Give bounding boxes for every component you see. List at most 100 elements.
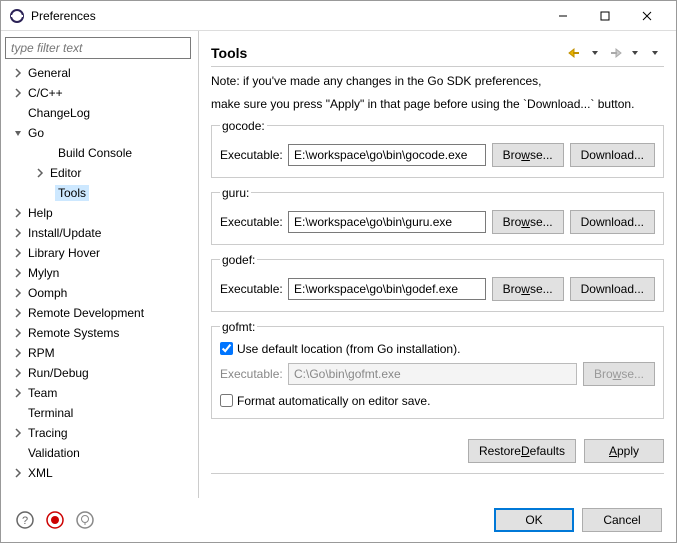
tree-label: Install/Update [25,225,104,241]
window-title: Preferences [31,9,542,23]
tree-item-team[interactable]: Team [5,383,194,403]
chevron-right-icon[interactable] [11,266,25,280]
tree-item-xml[interactable]: XML [5,463,194,483]
tree-label: Mylyn [25,265,62,281]
dialog-footer: ? OK Cancel [1,498,676,542]
chevron-right-icon[interactable] [11,226,25,240]
tree-label: ChangeLog [25,105,93,121]
gocode-browse-button[interactable]: Browse... [492,143,564,167]
godef-path-input[interactable] [288,278,486,300]
help-icon[interactable]: ? [15,510,35,530]
godef-download-button[interactable]: Download... [570,277,655,301]
tree-item-library-hover[interactable]: Library Hover [5,243,194,263]
tree-label: XML [25,465,56,481]
chevron-right-icon[interactable] [11,66,25,80]
tree-label: Remote Systems [25,325,122,341]
chevron-right-icon[interactable] [11,366,25,380]
minimize-button[interactable] [542,3,584,29]
ok-button[interactable]: OK [494,508,574,532]
cancel-button[interactable]: Cancel [582,508,662,532]
guru-exec-label: Executable: [220,215,282,229]
chevron-right-icon[interactable] [11,466,25,480]
tree-item-changelog[interactable]: ChangeLog [5,103,194,123]
chevron-right-icon[interactable] [11,206,25,220]
view-menu-icon[interactable] [646,44,664,62]
svg-text:?: ? [22,515,28,527]
tree-label: Run/Debug [25,365,92,381]
gocode-download-button[interactable]: Download... [570,143,655,167]
chevron-right-icon[interactable] [11,306,25,320]
gofmt-group: gofmt: Use default location (from Go ins… [211,320,664,419]
tree-item-help[interactable]: Help [5,203,194,223]
guru-browse-button[interactable]: Browse... [492,210,564,234]
filter-input[interactable] [5,37,191,59]
gofmt-default-label: Use default location (from Go installati… [237,342,460,356]
maximize-button[interactable] [584,3,626,29]
chevron-right-icon[interactable] [11,246,25,260]
chevron-right-icon[interactable] [11,386,25,400]
tree-item-editor[interactable]: Editor [5,163,194,183]
tree-item-c-c-[interactable]: C/C++ [5,83,194,103]
restore-defaults-button[interactable]: Restore Defaults [468,439,576,463]
gocode-path-input[interactable] [288,144,486,166]
close-button[interactable] [626,3,668,29]
gofmt-path-input [288,363,577,385]
tree-item-remote-development[interactable]: Remote Development [5,303,194,323]
note-line2: make sure you press "Apply" in that page… [211,96,664,113]
app-icon [9,8,25,24]
record-icon[interactable] [45,510,65,530]
godef-browse-button[interactable]: Browse... [492,277,564,301]
tree-item-validation[interactable]: Validation [5,443,194,463]
tree-item-tracing[interactable]: Tracing [5,423,194,443]
godef-group: godef: Executable: Browse... Download... [211,253,664,312]
gocode-legend: gocode: [220,119,267,133]
chevron-right-icon[interactable] [11,426,25,440]
gofmt-default-checkbox[interactable] [220,342,233,355]
tree-item-oomph[interactable]: Oomph [5,283,194,303]
gocode-group: gocode: Executable: Browse... Download..… [211,119,664,178]
forward-menu-icon[interactable] [626,44,644,62]
tree-label: Build Console [55,145,135,161]
godef-legend: godef: [220,253,257,267]
tree-item-run-debug[interactable]: Run/Debug [5,363,194,383]
tree-item-terminal[interactable]: Terminal [5,403,194,423]
tree-label: Team [25,385,60,401]
godef-exec-label: Executable: [220,282,282,296]
tree-label: Tracing [25,425,71,441]
chevron-right-icon[interactable] [11,86,25,100]
forward-icon[interactable] [606,44,624,62]
guru-path-input[interactable] [288,211,486,233]
gocode-exec-label: Executable: [220,148,282,162]
tree-label: Editor [47,165,84,181]
tree-item-build-console[interactable]: Build Console [5,143,194,163]
bulb-icon[interactable] [75,510,95,530]
gofmt-autoformat-checkbox[interactable] [220,394,233,407]
tree-label: Go [25,125,47,141]
note-line1: Note: if you've made any changes in the … [211,73,664,90]
titlebar: Preferences [1,1,676,31]
back-icon[interactable] [566,44,584,62]
chevron-down-icon[interactable] [11,126,25,140]
tree-item-mylyn[interactable]: Mylyn [5,263,194,283]
tree-item-general[interactable]: General [5,63,194,83]
chevron-right-icon[interactable] [11,286,25,300]
preferences-tree[interactable]: General C/C++ ChangeLog Go Build Console Edit… [5,63,194,494]
chevron-right-icon[interactable] [33,166,47,180]
tree-label: C/C++ [25,85,66,101]
tree-item-tools[interactable]: Tools [5,183,194,203]
back-menu-icon[interactable] [586,44,604,62]
tree-label: Oomph [25,285,70,301]
tree-label: Help [25,205,56,221]
tree-item-install-update[interactable]: Install/Update [5,223,194,243]
tree-label: Remote Development [25,305,147,321]
guru-legend: guru: [220,186,251,200]
gofmt-browse-button: Browse... [583,362,655,386]
tree-label: Tools [55,185,89,201]
guru-download-button[interactable]: Download... [570,210,655,234]
tree-item-go[interactable]: Go [5,123,194,143]
chevron-right-icon[interactable] [11,346,25,360]
apply-button[interactable]: Apply [584,439,664,463]
chevron-right-icon[interactable] [11,326,25,340]
tree-item-remote-systems[interactable]: Remote Systems [5,323,194,343]
tree-item-rpm[interactable]: RPM [5,343,194,363]
